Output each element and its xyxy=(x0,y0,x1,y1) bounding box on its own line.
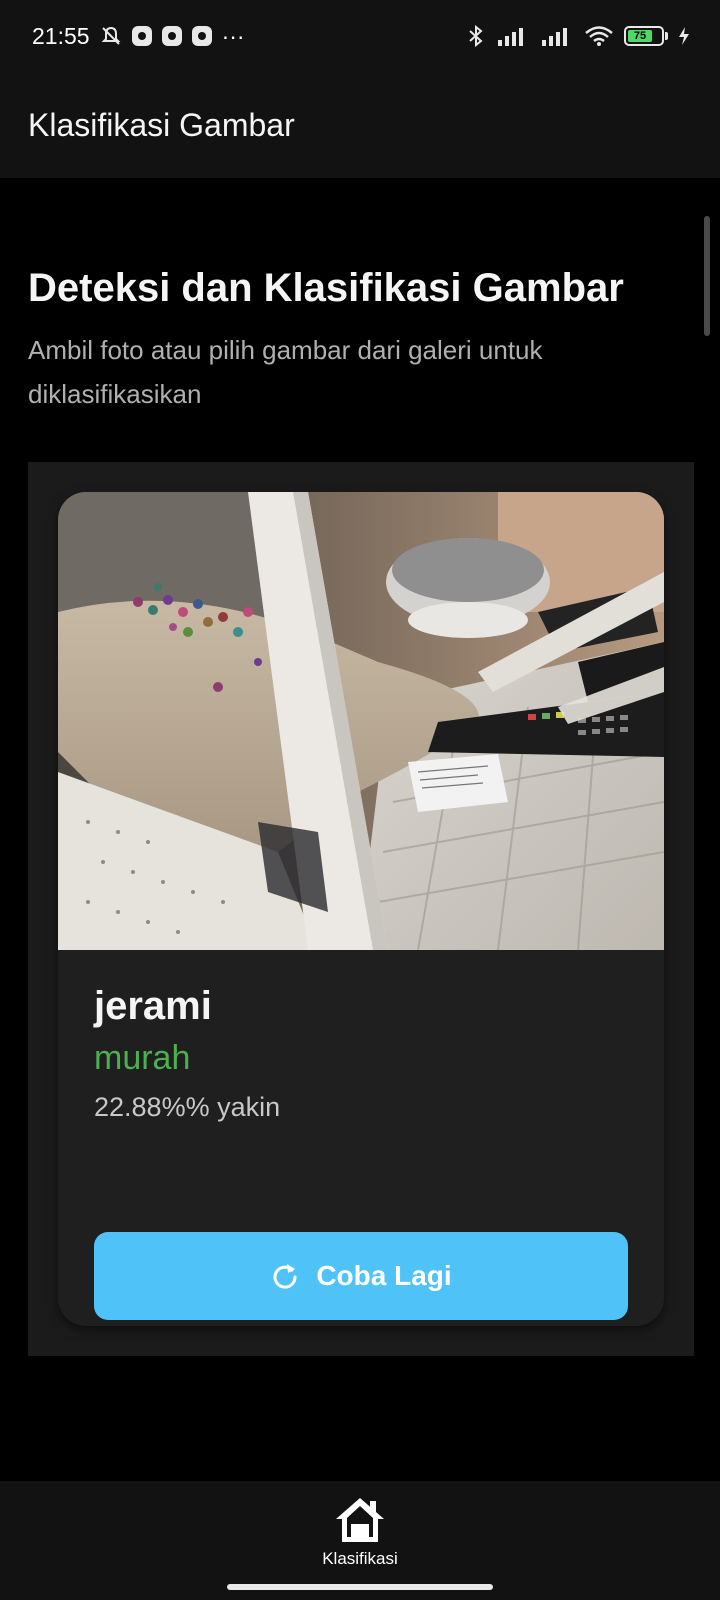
result-card: jerami murah 22.88%% yakin Coba Lagi xyxy=(58,492,664,1326)
nav-label-klasifikasi: Klasifikasi xyxy=(322,1549,398,1568)
page-subheading: Ambil foto atau pilih gambar dari galeri… xyxy=(28,335,543,409)
status-bar: 21:55 ··· 75 xyxy=(0,0,720,72)
retry-label: Coba Lagi xyxy=(316,1260,452,1291)
result-details: jerami murah 22.88%% yakin xyxy=(58,950,664,1123)
result-container: jerami murah 22.88%% yakin Coba Lagi xyxy=(28,462,694,1356)
result-label: jerami xyxy=(94,984,212,1028)
app-screen: 21:55 ··· 75 Klasifikasi Gambar Deteksi … xyxy=(0,0,720,1600)
classified-photo xyxy=(58,492,664,950)
notification-icon xyxy=(191,26,212,46)
signal-icon xyxy=(542,28,567,46)
bell-muted-icon xyxy=(101,26,120,45)
retry-button[interactable]: Coba Lagi xyxy=(94,1232,628,1320)
home-indicator[interactable] xyxy=(227,1584,493,1590)
result-class: murah xyxy=(94,1039,191,1077)
bottom-navigation: Klasifikasi xyxy=(0,1481,720,1600)
signal-icon xyxy=(498,28,523,46)
nav-item-klasifikasi[interactable]: Klasifikasi xyxy=(300,1495,420,1585)
notification-icon xyxy=(131,26,152,46)
app-title: Klasifikasi Gambar xyxy=(28,106,295,143)
battery-icon: 75 xyxy=(624,26,668,46)
status-right: 75 xyxy=(466,24,690,48)
notification-icon xyxy=(161,26,182,46)
intro-section: Deteksi dan Klasifikasi Gambar Ambil fot… xyxy=(28,264,694,416)
charging-icon xyxy=(679,27,689,45)
home-icon xyxy=(336,1498,384,1542)
classified-image xyxy=(58,492,664,950)
refresh-icon xyxy=(273,1264,297,1289)
more-notifications-icon: ··· xyxy=(221,22,245,49)
battery-level: 75 xyxy=(628,30,652,42)
scrollbar[interactable] xyxy=(704,216,710,336)
app-bar: Klasifikasi Gambar xyxy=(0,72,720,178)
wifi-icon xyxy=(585,26,613,46)
status-time: 21:55 xyxy=(32,22,90,49)
result-confidence: 22.88%% yakin xyxy=(94,1092,281,1122)
page-heading: Deteksi dan Klasifikasi Gambar xyxy=(28,266,624,310)
status-left: 21:55 ··· xyxy=(32,23,245,50)
bluetooth-icon xyxy=(469,24,483,48)
